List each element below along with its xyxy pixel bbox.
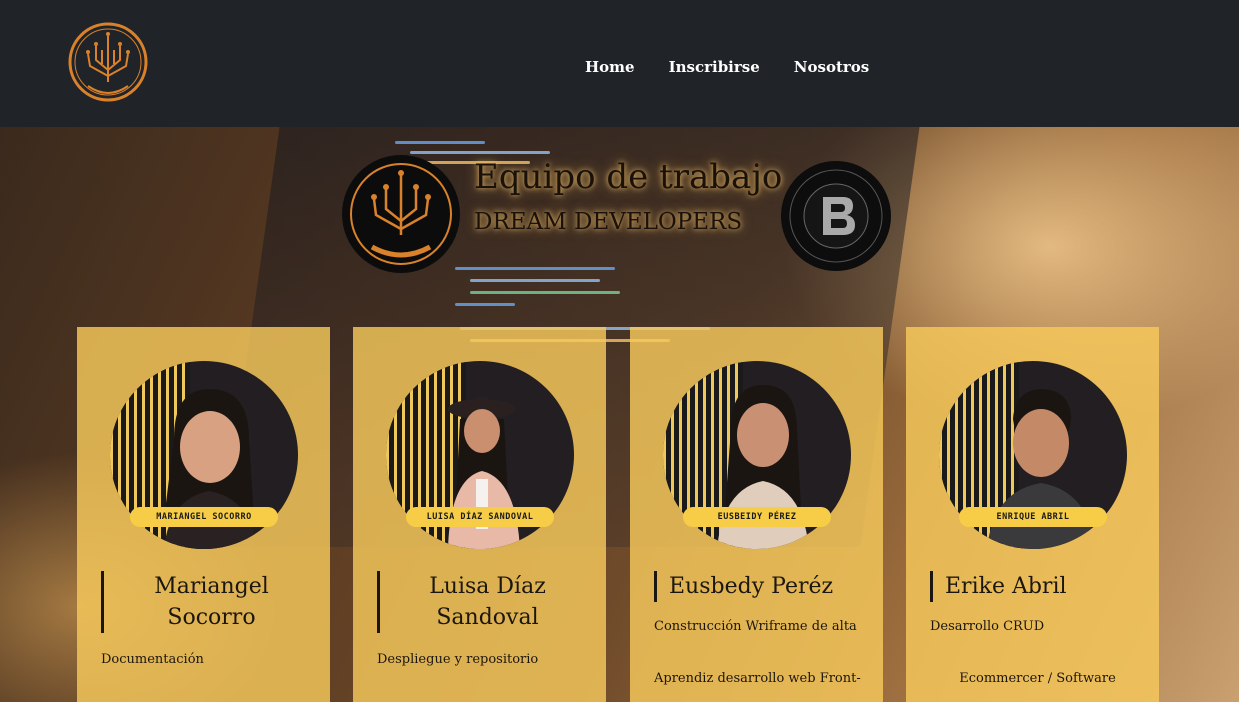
hero-subtitle: DREAM DEVELOPERS [474, 209, 743, 235]
avatar: EUSBEIDY PÉREZ [663, 361, 851, 549]
name-tag: EUSBEIDY PÉREZ [683, 507, 831, 527]
dream-developers-badge [342, 155, 460, 273]
member-role: Despliegue y repositorio [377, 652, 539, 667]
hero-title: Equipo de trabajo [474, 157, 783, 197]
team-card-erike: ENRIQUE ABRIL Erike Abril Desarrollo CRU… [906, 327, 1159, 702]
code-line-decoration [470, 291, 620, 294]
member-extra: Aprendiz desarrollo web Front- [654, 671, 861, 686]
member-extra: Ecommercer / Software [959, 671, 1116, 686]
team-card-mariangel: MARIANGEL SOCORRO Mariangel Socorro Docu… [77, 327, 330, 702]
hero-background: Equipo de trabajo DREAM DEVELOPERS MARIA… [0, 127, 1239, 702]
member-role: Documentación [101, 652, 204, 667]
avatar: LUISA DÍAZ SANDOVAL [386, 361, 574, 549]
member-role: Construcción Wriframe de alta [654, 619, 857, 634]
bogota-institute-badge [781, 161, 891, 271]
member-name: Luisa Díaz Sandoval [377, 571, 583, 633]
member-role: Desarrollo CRUD [930, 619, 1045, 634]
nav-inscribirse-link[interactable]: Inscribirse [669, 58, 760, 76]
member-name: Eusbedy Peréz [654, 571, 860, 602]
navbar: Home Inscribirse Nosotros [0, 0, 1239, 127]
avatar: ENRIQUE ABRIL [939, 361, 1127, 549]
code-line-decoration [455, 303, 515, 306]
nav-nosotros-link[interactable]: Nosotros [794, 58, 869, 76]
team-card-eusbedy: EUSBEIDY PÉREZ Eusbedy Peréz Construcció… [630, 327, 883, 702]
dream-developers-logo[interactable] [66, 20, 152, 104]
member-name: Erike Abril [930, 571, 1136, 602]
main-nav: Home Inscribirse Nosotros [585, 58, 869, 76]
name-tag: LUISA DÍAZ SANDOVAL [406, 507, 554, 527]
member-name: Mariangel Socorro [101, 571, 307, 633]
avatar: MARIANGEL SOCORRO [110, 361, 298, 549]
code-line-decoration [455, 267, 615, 270]
name-tag: MARIANGEL SOCORRO [130, 507, 278, 527]
name-tag: ENRIQUE ABRIL [959, 507, 1107, 527]
code-line-decoration [410, 151, 550, 154]
code-line-decoration [395, 141, 485, 144]
team-card-luisa: LUISA DÍAZ SANDOVAL Luisa Díaz Sandoval … [353, 327, 606, 702]
nav-home-link[interactable]: Home [585, 58, 635, 76]
code-line-decoration [470, 279, 600, 282]
